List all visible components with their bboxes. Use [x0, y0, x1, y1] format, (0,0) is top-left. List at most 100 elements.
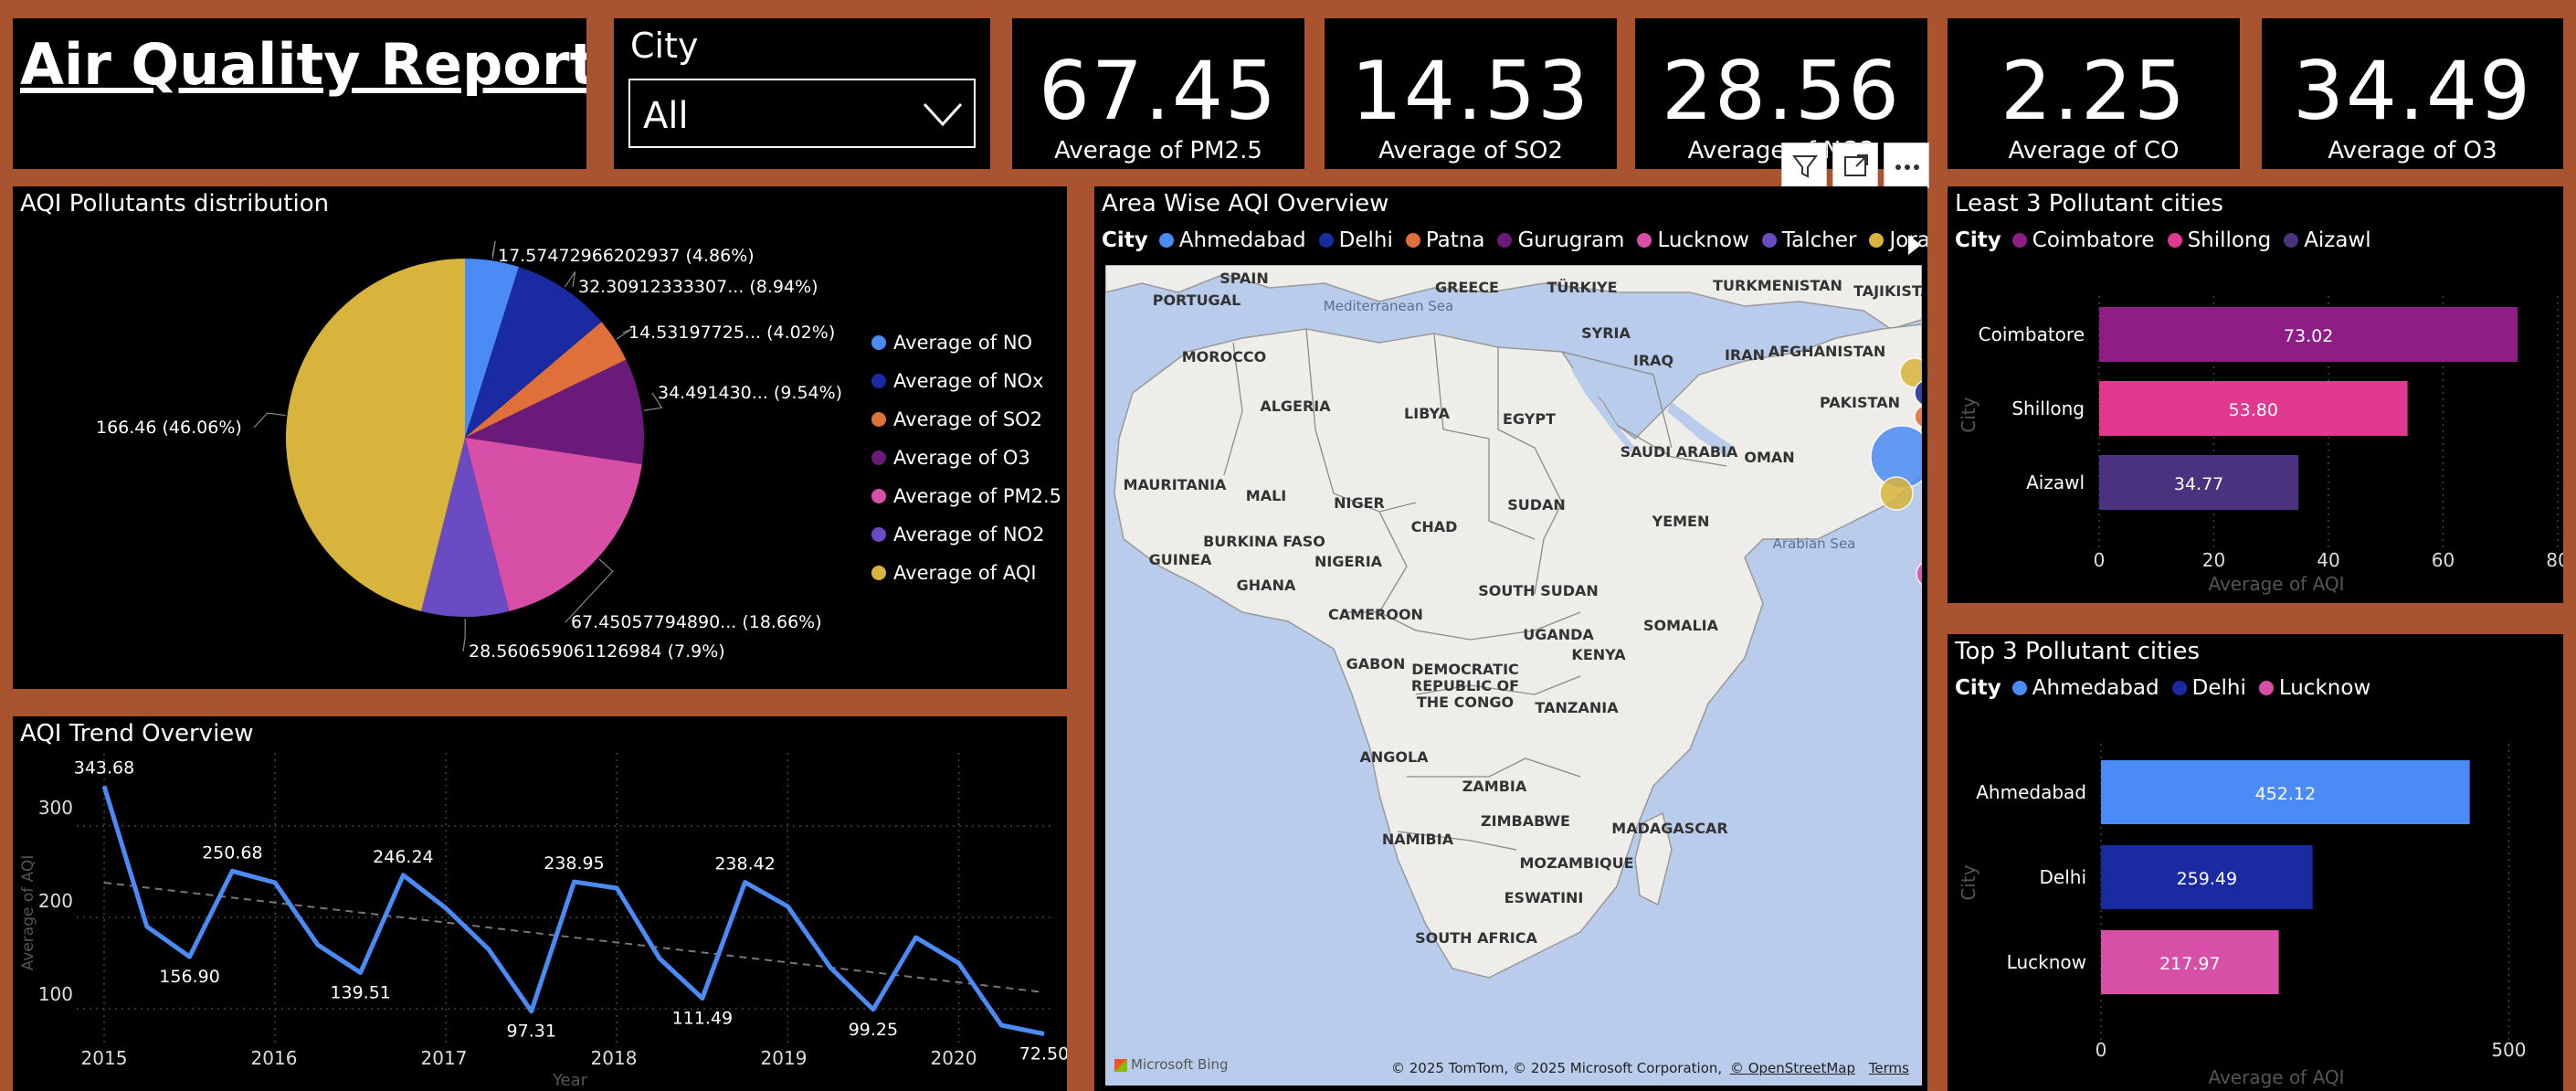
y-axis-title: City	[1958, 397, 1980, 432]
map-place-label: MADAGASCAR	[1611, 820, 1727, 837]
legend-item[interactable]: Talcher	[1761, 228, 1856, 252]
top-bar-chart: Ahmedabad Delhi Lucknow 452.12 259.49 21…	[1958, 744, 2527, 1088]
map-place-label: IRAN	[1725, 346, 1765, 364]
terms-link[interactable]: Terms	[1869, 1060, 1909, 1076]
x-tick-label: 60	[2432, 549, 2455, 571]
kpi-value: 2.25	[2001, 44, 2187, 138]
trend-point-label: 246.24	[373, 847, 433, 867]
legend-dot	[871, 335, 886, 350]
map-place-label: SOUTH AFRICA	[1415, 929, 1537, 947]
pie-data-label: 17.57472966202937 (4.86%)	[498, 246, 755, 266]
kpi-label: Average of SO2	[1378, 137, 1563, 164]
legend-item[interactable]: Patna	[1405, 228, 1484, 252]
map-place-label: AFGHANISTAN	[1768, 343, 1886, 360]
bar-value-label: 217.97	[2159, 954, 2220, 974]
pie-chart-panel: AQI Pollutants distribution 17.574729662…	[13, 186, 1067, 689]
map-place-label: MOZAMBIQUE	[1519, 854, 1633, 872]
bar-category-label: Coimbatore	[1979, 323, 2085, 345]
trend-regression-line	[103, 882, 1045, 993]
pie-legend-item[interactable]: Average of AQI	[871, 554, 1061, 592]
x-tick-label: 0	[2096, 1039, 2107, 1061]
legend-label: Ahmedabad	[1178, 228, 1306, 252]
map-place-label: ANGOLA	[1359, 748, 1429, 766]
pie-data-label: 67.45057794890... (18.66%)	[571, 612, 822, 632]
legend-dot	[871, 412, 886, 427]
legend-label: Average of PM2.5	[893, 485, 1062, 507]
kpi-value: 34.49	[2293, 44, 2532, 138]
trend-point-label: 97.31	[507, 1022, 556, 1042]
legend-dot	[871, 450, 886, 465]
map-place-label: TANZANIA	[1535, 699, 1619, 716]
kpi-label: Average of CO	[2008, 137, 2180, 164]
bar-value-label: 73.02	[2284, 326, 2333, 346]
pie-legend-item[interactable]: Average of PM2.5	[871, 477, 1061, 515]
map-place-label: CAMEROON	[1328, 606, 1423, 623]
y-axis-title: Average of AQI	[19, 855, 37, 971]
pie-leader-line	[491, 240, 496, 260]
bar-category-label: Aizawl	[2026, 471, 2085, 493]
trend-point-label: 238.95	[544, 853, 604, 874]
trend-series-line	[101, 785, 1045, 1036]
map-legend: City Ahmedabad Delhi Patna Gurugram Luck…	[1102, 228, 1927, 252]
filter-icon[interactable]	[1781, 143, 1827, 188]
map-place-label: ZIMBABWE	[1481, 812, 1570, 830]
focus-mode-icon[interactable]	[1832, 143, 1878, 188]
pie-data-label: 32.30912333307... (8.94%)	[578, 277, 818, 297]
city-bubble-lucknow[interactable]	[1916, 561, 1922, 587]
map-place-label: ZAMBIA	[1462, 778, 1527, 795]
legend-item[interactable]: Lucknow	[1637, 228, 1749, 252]
legend-dot	[1637, 233, 1652, 248]
map-place-label: NIGERIA	[1314, 553, 1383, 570]
pie-legend-item[interactable]: Average of NO2	[871, 515, 1061, 554]
legend-item[interactable]: Ahmedabad	[1158, 228, 1306, 252]
kpi-label: Average of O3	[2328, 137, 2497, 164]
map-place-label: CHAD	[1411, 518, 1458, 535]
least-bar-chart: Coimbatore Shillong Aizawl 73.02 53.80 3…	[1958, 296, 2563, 595]
legend-label: Average of NO2	[893, 524, 1045, 546]
trend-point-label: 238.42	[714, 854, 775, 874]
pie-data-label: 34.491430... (9.54%)	[658, 383, 842, 403]
map-sea-label: Mediterranean Sea	[1324, 298, 1453, 314]
legend-item[interactable]: Gurugram	[1497, 228, 1624, 252]
legend-label: Average of NO	[893, 332, 1033, 354]
legend-label: Gurugram	[1517, 228, 1625, 252]
x-tick-label: 2017	[421, 1047, 468, 1069]
city-dropdown[interactable]: All	[628, 79, 976, 148]
map-place-label: SOMALIA	[1643, 617, 1719, 634]
legend-dot	[871, 566, 886, 580]
map-place-label: OMAN	[1744, 449, 1794, 466]
osm-link[interactable]: © OpenStreetMap	[1730, 1060, 1855, 1076]
pie-legend-item[interactable]: Average of NO	[871, 323, 1061, 362]
y-tick-label: 200	[38, 890, 73, 912]
kpi-value: 14.53	[1351, 44, 1590, 138]
pie-leader-line	[565, 271, 576, 288]
more-options-icon[interactable]	[1884, 143, 1929, 188]
map-place-label: GABON	[1346, 655, 1406, 673]
map-place-label: SPAIN	[1219, 270, 1269, 287]
pie-data-label: 28.560659061126984 (7.9%)	[469, 641, 725, 662]
map-place-label: THE CONGO	[1417, 694, 1514, 711]
y-axis-title: City	[1958, 864, 1980, 900]
map-place-label: UGANDA	[1523, 626, 1594, 643]
map-place-label: ESWATINI	[1504, 889, 1584, 906]
map-place-label: GHANA	[1237, 577, 1296, 594]
city-bubble-talcher[interactable]	[1879, 476, 1914, 511]
map-place-label: NAMIBIA	[1382, 831, 1454, 848]
pie-legend-item[interactable]: Average of NOx	[871, 362, 1061, 400]
legend-item[interactable]: Delhi	[1318, 228, 1393, 252]
map-place-label: GUINEA	[1149, 551, 1212, 568]
attribution-text: © 2025 TomTom, © 2025 Microsoft Corporat…	[1391, 1060, 1723, 1076]
title-panel: Air Quality Report	[13, 18, 586, 169]
bing-logo-icon	[1114, 1058, 1127, 1072]
pie-legend-item[interactable]: Average of SO2	[871, 400, 1061, 439]
legend-dot	[871, 527, 886, 542]
bar-value-label: 53.80	[2229, 400, 2278, 420]
pie-legend-item[interactable]: Average of O3	[871, 439, 1061, 477]
legend-next-arrow-icon[interactable]	[1906, 232, 1924, 258]
map-canvas[interactable]: SPAIN PORTUGAL GREECE TÜRKIYE TURKMENIST…	[1105, 265, 1922, 1086]
map-place-label: MALI	[1246, 487, 1286, 504]
kpi-card-co: 2.25 Average of CO	[1948, 18, 2240, 169]
legend-dot	[1405, 233, 1420, 248]
map-place-label: NIGER	[1334, 494, 1385, 512]
legend-dot	[1869, 233, 1884, 248]
